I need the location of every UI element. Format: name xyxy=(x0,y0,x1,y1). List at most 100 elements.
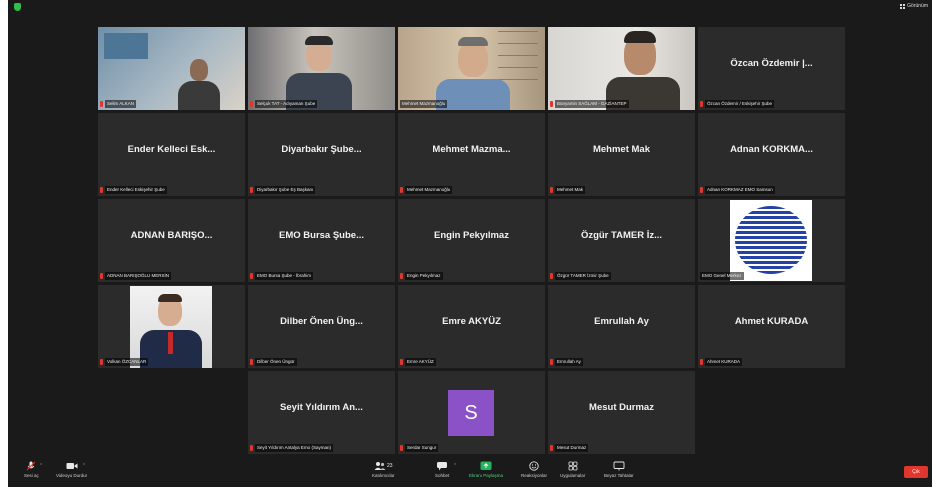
emo-logo-image xyxy=(730,200,812,281)
participant-hair xyxy=(458,37,488,46)
participant-name-label: Ender Kelleci Eskişehir Şube xyxy=(100,186,167,194)
whiteboards-label: Beyaz Tahtalar xyxy=(604,473,634,478)
chat-bubble-icon xyxy=(437,462,448,471)
chat-options-chevron-icon[interactable]: ⌃ xyxy=(453,463,457,469)
participant-tile[interactable]: Özcan Özdemir |... Özcan Özdemir / Eskiş… xyxy=(698,27,845,110)
reactions-smiley-icon xyxy=(529,461,539,471)
participant-tile[interactable]: Özgür TAMER İz... Özgür TAMER İzmir Şube xyxy=(548,199,695,282)
mic-muted-icon xyxy=(250,359,253,365)
participants-icon xyxy=(374,462,386,470)
reactions-button[interactable]: Reaksiyonlar xyxy=(521,461,547,478)
mic-muted-icon xyxy=(250,101,253,107)
participant-tile[interactable]: Emrullah Ay Emrullah Ay xyxy=(548,285,695,368)
mic-muted-icon xyxy=(700,187,703,193)
view-toggle-button[interactable]: Görünüm xyxy=(900,2,928,11)
whiteboards-button[interactable]: Beyaz Tahtalar xyxy=(604,461,634,478)
participant-display-name: Ahmet KURADA xyxy=(734,316,809,327)
apps-label: Uygulamalar xyxy=(560,473,586,478)
participant-name-label: Mehmet Mazmanoğlu xyxy=(400,100,448,108)
participant-display-name: Mehmet Mazma... xyxy=(432,144,511,155)
participant-tile[interactable]: EMO Bursa Şube... EMO Bursa Şube - İbrah… xyxy=(248,199,395,282)
participant-tile-active-speaker[interactable]: Mehmet Mazmanoğlu xyxy=(398,27,545,110)
participant-name-label: EMO Bursa Şube - İbrahim xyxy=(250,272,314,280)
mic-muted-icon xyxy=(100,273,103,279)
participant-tile[interactable]: EMO Genel Merkez xyxy=(698,199,845,282)
mic-muted-icon xyxy=(400,445,403,451)
participant-video xyxy=(248,27,395,110)
participant-name-label: Seyit Yıldırım Antalya Emo (Sayman) xyxy=(250,444,333,452)
participant-display-name: Engin Pekyılmaz xyxy=(434,230,509,241)
participant-head xyxy=(190,59,208,81)
mic-muted-icon xyxy=(550,445,553,451)
participant-display-name: EMO Bursa Şube... xyxy=(279,230,364,241)
participant-name-label: EMO Genel Merkez xyxy=(700,272,744,280)
security-shield-icon[interactable] xyxy=(14,3,21,11)
participant-name-label: Serdar Sungur xyxy=(400,444,439,452)
mute-label: Sesi aç xyxy=(24,473,39,478)
meeting-window: Görünüm Selim ALKAN Selçuk TAT - Adıyama… xyxy=(8,0,932,487)
mic-muted-icon xyxy=(550,273,553,279)
participant-tile[interactable]: Diyarbakır Şube... Diyarbakır Şube Eş Ba… xyxy=(248,113,395,196)
share-screen-button[interactable]: Ekranı Paylaşma xyxy=(469,461,503,478)
participant-name-label: Engin Pekyılmaz xyxy=(400,272,443,280)
video-camera-icon xyxy=(66,463,78,469)
participant-display-name: Ender Kelleci Esk... xyxy=(127,144,216,155)
mic-muted-icon xyxy=(700,359,703,365)
mute-options-chevron-icon[interactable]: ⌃ xyxy=(39,463,43,469)
participant-tile[interactable]: Selçuk TAT - Adıyaman Şube xyxy=(248,27,395,110)
participant-tile[interactable]: Mesut Durmaz Mesut Durmaz xyxy=(548,371,695,454)
participant-tile[interactable]: Ahmet KURADA Ahmet KURADA xyxy=(698,285,845,368)
participants-count: 23 xyxy=(386,463,393,469)
mic-muted-icon xyxy=(100,101,103,107)
apps-grid-icon xyxy=(568,461,578,471)
participant-name-label: Emre AKYÜZ xyxy=(400,358,436,366)
participant-display-name: Diyarbakır Şube... xyxy=(281,144,362,155)
participant-tile[interactable]: Mehmet Mazma... Mehmet Mazmanoğlu xyxy=(398,113,545,196)
share-screen-icon xyxy=(480,461,492,470)
participant-name-label: Mesut Durmaz xyxy=(550,444,589,452)
participants-button[interactable]: 23 Katılımcılar xyxy=(372,461,395,478)
participant-name-label: Özcan Özdemir / Eskişehir Şube xyxy=(700,100,775,108)
participant-name-label: Emrullah Ay xyxy=(550,358,583,366)
chat-button[interactable]: Sohbet ⌃ xyxy=(435,461,457,478)
participant-tile[interactable]: S Serdar Sungur xyxy=(398,371,545,454)
mic-muted-icon xyxy=(400,273,403,279)
participant-tile[interactable]: Emre AKYÜZ Emre AKYÜZ xyxy=(398,285,545,368)
participant-tile[interactable]: Selim ALKAN xyxy=(98,27,245,110)
participant-hair xyxy=(158,294,182,302)
mic-muted-icon xyxy=(550,101,553,107)
participant-display-name: Dilber Önen Üng... xyxy=(280,316,363,327)
participant-display-name: Emrullah Ay xyxy=(594,316,649,327)
participant-tile[interactable]: ADNAN BARIŞO... ADNAN BARIŞOĞLU MERSİN xyxy=(98,199,245,282)
participant-name-label: Adnan KORKMAZ EMO Samsun xyxy=(700,186,775,194)
participant-display-name: Mesut Durmaz xyxy=(589,402,654,413)
participant-name-label: Selim ALKAN xyxy=(100,100,137,108)
video-options-chevron-icon[interactable]: ⌃ xyxy=(82,463,86,469)
participant-tile[interactable]: Dilber Önen Üng... Dilber Önen Üngür xyxy=(248,285,395,368)
participant-display-name: Özgür TAMER İz... xyxy=(580,230,663,241)
view-label: Görünüm xyxy=(907,3,928,9)
leave-meeting-button[interactable]: Çık xyxy=(904,466,928,478)
participant-tile[interactable]: Adnan KORKMA... Adnan KORKMAZ EMO Samsun xyxy=(698,113,845,196)
wall-poster xyxy=(104,33,148,59)
participant-tile[interactable]: Bünyamin SAĞLAM - GAZİANTEP xyxy=(548,27,695,110)
participant-tile[interactable]: Seyit Yıldırım An... Seyit Yıldırım Anta… xyxy=(248,371,395,454)
microphone-muted-icon xyxy=(27,461,36,471)
mute-button[interactable]: Sesi aç ⌃ xyxy=(24,461,43,478)
participant-hair xyxy=(624,31,656,43)
participant-tile[interactable]: Mehmet Mak Mehmet Mak xyxy=(548,113,695,196)
bookshelf xyxy=(498,31,538,81)
mic-muted-icon xyxy=(400,359,403,365)
mic-muted-icon xyxy=(250,187,253,193)
participant-tile[interactable]: Ender Kelleci Esk... Ender Kelleci Eskiş… xyxy=(98,113,245,196)
participant-head xyxy=(458,41,488,77)
participant-body xyxy=(178,81,220,110)
mic-muted-icon xyxy=(550,359,553,365)
participant-name-label: Volkan ÖZCANLAR xyxy=(100,358,149,366)
stop-video-button[interactable]: Videoyu Durdur ⌃ xyxy=(56,461,87,478)
participant-name-label: Mehmet Mak xyxy=(550,186,586,194)
participant-tile[interactable]: Volkan ÖZCANLAR xyxy=(98,285,245,368)
participant-video xyxy=(398,27,545,110)
apps-button[interactable]: Uygulamalar xyxy=(560,461,585,478)
participant-tile[interactable]: Engin Pekyılmaz Engin Pekyılmaz xyxy=(398,199,545,282)
